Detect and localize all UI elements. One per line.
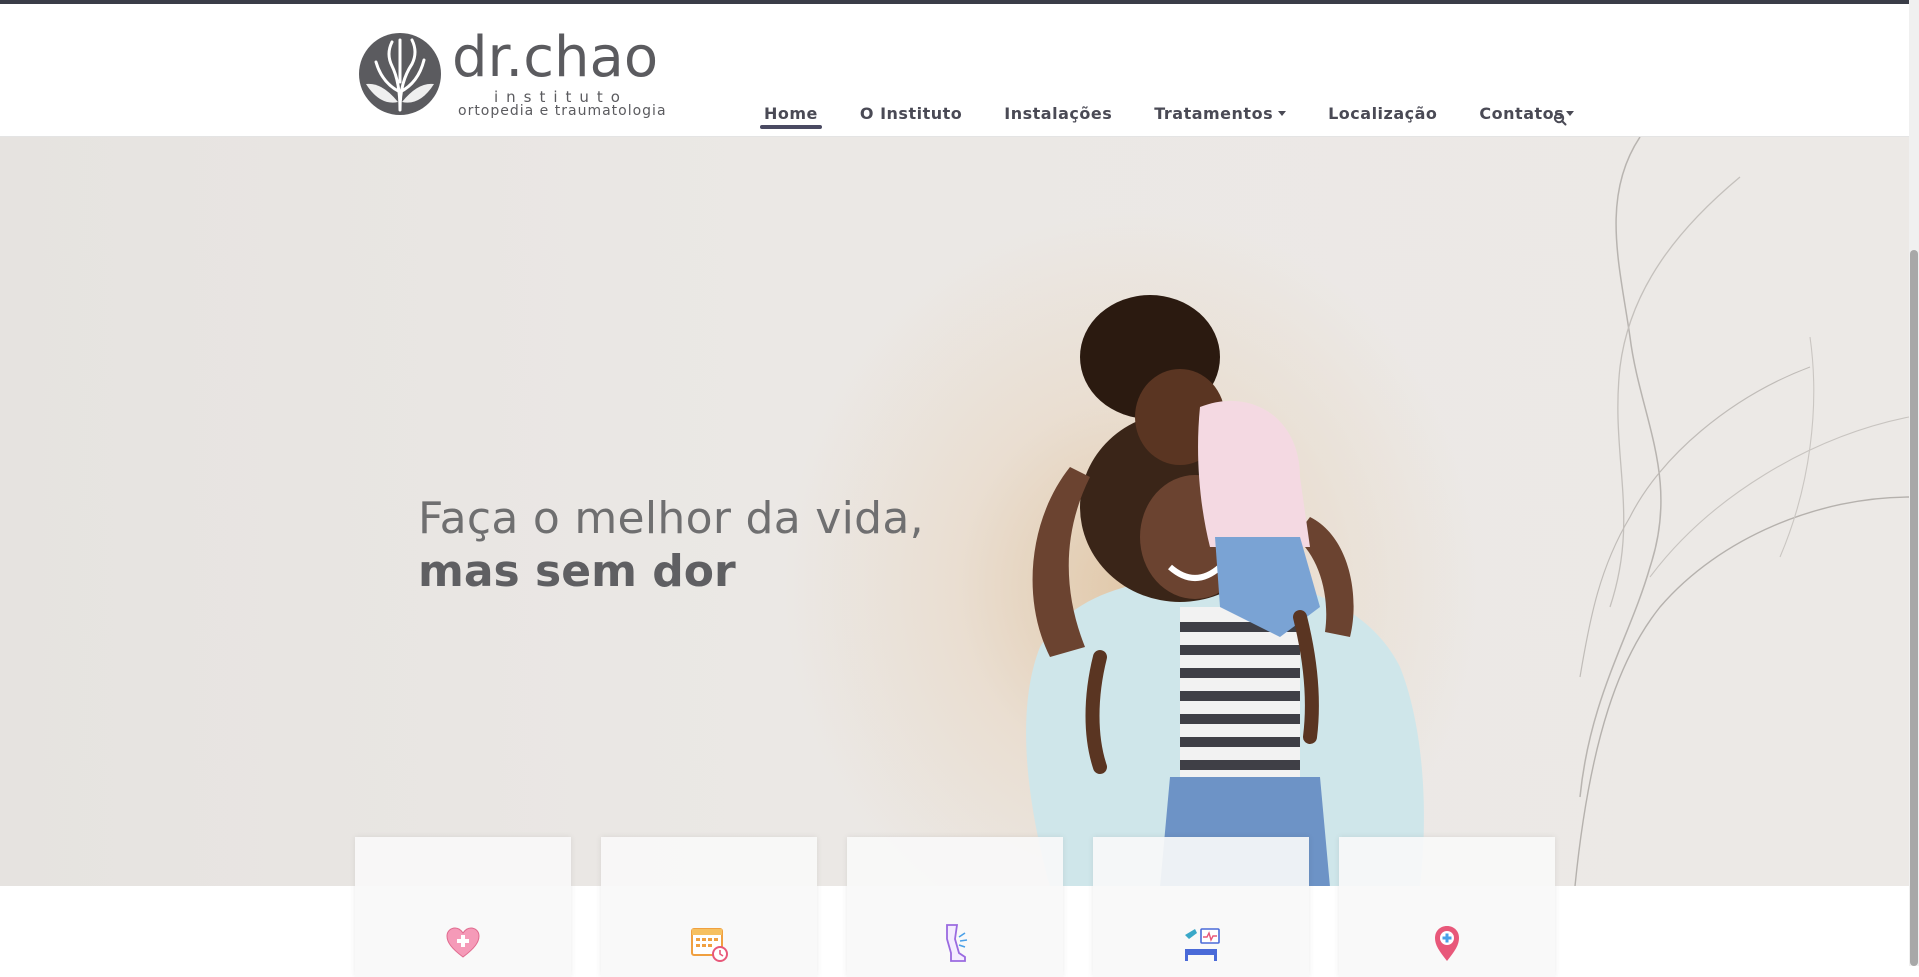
nav-o-instituto[interactable]: O Instituto [856, 104, 966, 133]
scrollbar-thumb[interactable] [1910, 250, 1918, 966]
hero-banner: Faça o melhor da vida, mas sem dor [0, 137, 1909, 886]
headline-line-1: Faça o melhor da vida, [418, 493, 924, 544]
decorative-swirls [1574, 137, 1909, 886]
service-card[interactable] [847, 837, 1063, 977]
site-header: dr.chao instituto ortopedia e traumatolo… [0, 4, 1909, 137]
location-pin-icon [1435, 926, 1459, 961]
nav-home[interactable]: Home [760, 104, 822, 133]
hero-headline: Faça o melhor da vida, mas sem dor [418, 493, 924, 597]
service-card[interactable] [1339, 837, 1555, 977]
main-nav: Home O Instituto Instalações Tratamentos… [760, 104, 1612, 144]
chevron-down-icon [1566, 111, 1575, 116]
medical-bed-icon [1185, 928, 1220, 961]
calendar-clock-icon [691, 928, 728, 962]
mother-daughter-photo [1026, 295, 1424, 886]
tree-logo-icon [359, 33, 441, 115]
service-card[interactable] [601, 837, 817, 977]
brand-tagline: ortopedia e traumatologia [458, 103, 667, 119]
logo[interactable]: dr.chao instituto ortopedia e traumatolo… [358, 28, 678, 124]
brand-name: dr.chao [452, 25, 659, 90]
nav-tratamentos[interactable]: Tratamentos [1150, 104, 1290, 133]
nav-localizacao[interactable]: Localização [1324, 104, 1441, 133]
leg-injury-icon [946, 924, 968, 962]
search-icon[interactable] [1553, 112, 1567, 126]
headline-line-2: mas sem dor [418, 546, 736, 597]
service-card[interactable] [355, 837, 571, 977]
chevron-down-icon [1278, 111, 1287, 116]
service-card[interactable] [1093, 837, 1309, 977]
nav-instalacoes[interactable]: Instalações [1000, 104, 1116, 133]
heart-plus-icon [446, 927, 480, 958]
